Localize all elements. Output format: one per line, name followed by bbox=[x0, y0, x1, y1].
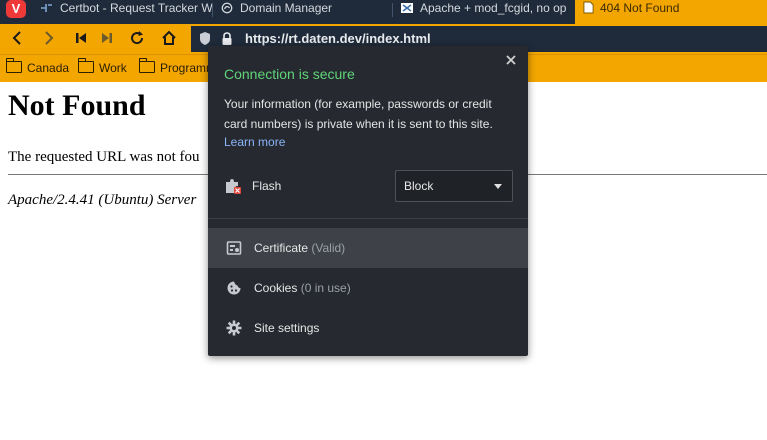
page-heading: Not Found bbox=[8, 89, 146, 122]
cookies-count: (0 in use) bbox=[300, 281, 351, 295]
domain-manager-favicon-icon bbox=[221, 2, 233, 14]
tab-strip: V Certbot - Request Tracker W Domain Man… bbox=[0, 0, 767, 24]
folder-icon bbox=[139, 58, 155, 73]
fast-forward-icon bbox=[102, 33, 112, 43]
apache-favicon-icon bbox=[401, 3, 413, 13]
bookmark-folder-programming[interactable]: Programm bbox=[139, 58, 216, 75]
chevron-down-icon bbox=[494, 184, 502, 189]
connection-status-title: Connection is secure bbox=[224, 66, 355, 82]
chevron-right-icon bbox=[45, 31, 54, 45]
cookie-icon bbox=[227, 281, 241, 295]
tab-separator bbox=[212, 3, 213, 17]
tab-separator bbox=[392, 3, 393, 17]
tab-404-not-found[interactable]: 404 Not Found bbox=[575, 0, 767, 24]
tab-certbot[interactable]: Certbot - Request Tracker W bbox=[36, 0, 212, 20]
tab-title: Apache + mod_fcgid, no op bbox=[420, 1, 567, 15]
vivaldi-menu-icon[interactable]: V bbox=[6, 0, 26, 18]
chevron-left-icon bbox=[12, 31, 21, 45]
shield-icon[interactable] bbox=[199, 31, 211, 46]
puzzle-blocked-icon bbox=[226, 179, 241, 194]
site-info-popup: Connection is secure Your information (f… bbox=[208, 46, 528, 356]
flash-permission-select[interactable]: Block bbox=[395, 170, 513, 202]
rewind-icon bbox=[76, 33, 86, 43]
flash-label: Flash bbox=[252, 179, 282, 193]
divider bbox=[208, 218, 528, 219]
cookies-row[interactable]: Cookies (0 in use) bbox=[208, 268, 528, 308]
cookies-label: Cookies bbox=[254, 281, 298, 295]
server-signature: Apache/2.4.41 (Ubuntu) Server bbox=[8, 192, 197, 208]
reload-icon bbox=[131, 31, 144, 45]
rt-favicon-icon bbox=[41, 4, 52, 12]
learn-more-link[interactable]: Learn more bbox=[224, 135, 285, 149]
tab-title: Certbot - Request Tracker W bbox=[60, 1, 212, 15]
folder-icon bbox=[6, 58, 22, 73]
connection-description: Your information (for example, passwords… bbox=[224, 97, 493, 131]
url-text[interactable]: https://rt.daten.dev/index.html bbox=[245, 31, 431, 46]
back-button[interactable] bbox=[6, 27, 28, 49]
tab-apache[interactable]: Apache + mod_fcgid, no op bbox=[396, 0, 572, 20]
close-button[interactable] bbox=[504, 54, 518, 68]
page-icon bbox=[583, 1, 594, 14]
gear-icon bbox=[226, 320, 242, 336]
error-message: The requested URL was not fou bbox=[8, 149, 200, 165]
tab-domain-manager[interactable]: Domain Manager bbox=[216, 0, 392, 20]
home-icon bbox=[162, 30, 176, 45]
tab-title: 404 Not Found bbox=[600, 1, 680, 15]
certificate-label: Certificate bbox=[254, 241, 309, 255]
lock-icon[interactable] bbox=[221, 32, 233, 46]
bookmark-label: Work bbox=[99, 61, 127, 75]
reload-button[interactable] bbox=[126, 27, 148, 49]
certificate-status: (Valid) bbox=[311, 241, 346, 255]
forward-button[interactable] bbox=[38, 27, 60, 49]
site-settings-row[interactable]: Site settings bbox=[208, 308, 528, 348]
close-icon bbox=[506, 55, 516, 65]
certificate-row[interactable]: Certificate (Valid) bbox=[208, 228, 528, 268]
certificate-icon bbox=[226, 241, 242, 255]
site-settings-label: Site settings bbox=[254, 321, 320, 335]
bookmark-folder-work[interactable]: Work bbox=[78, 58, 127, 75]
bookmark-folder-canada[interactable]: Canada bbox=[6, 58, 70, 75]
fast-forward-button[interactable] bbox=[96, 27, 118, 49]
home-button[interactable] bbox=[158, 27, 180, 49]
rewind-button[interactable] bbox=[70, 27, 92, 49]
folder-icon bbox=[78, 58, 94, 73]
tab-title: Domain Manager bbox=[240, 1, 333, 15]
flash-permission-value: Block bbox=[404, 179, 434, 193]
bookmark-label: Canada bbox=[27, 61, 70, 75]
